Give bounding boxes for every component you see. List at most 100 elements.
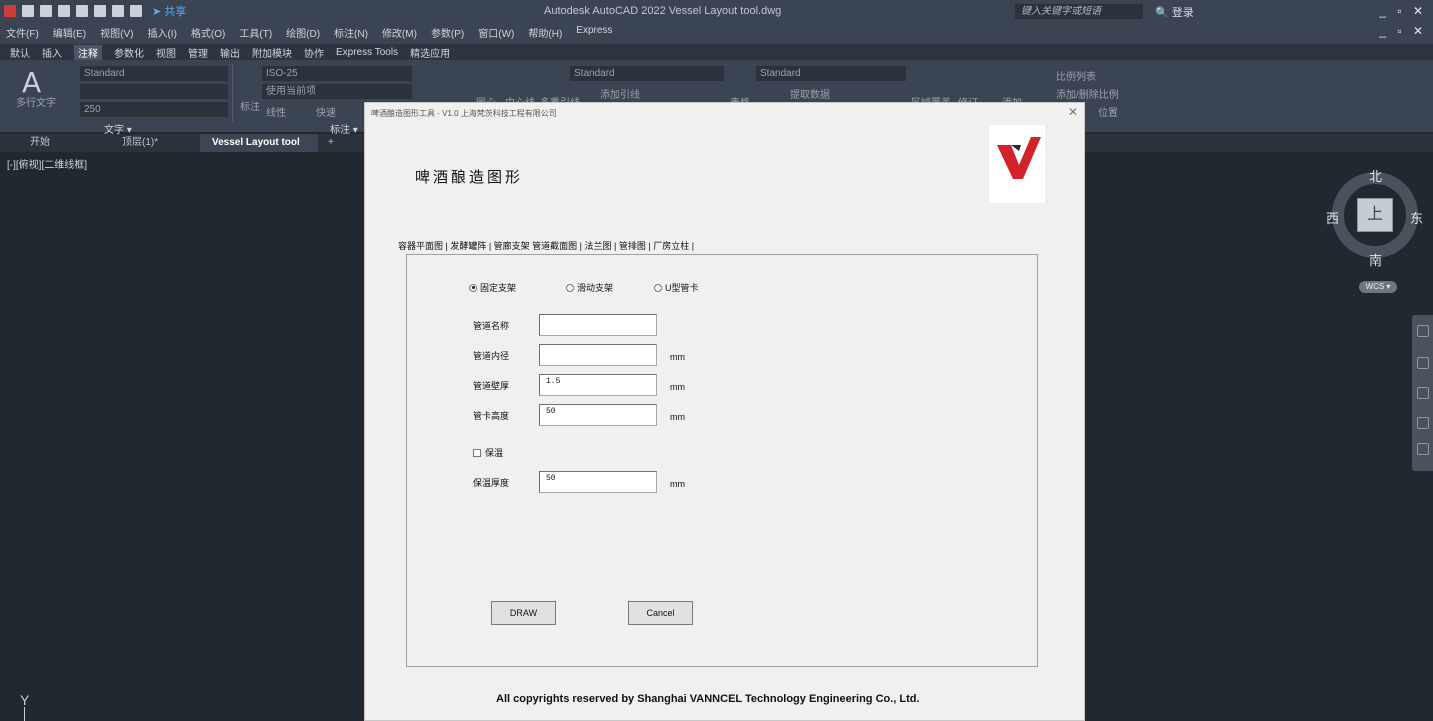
menu-item[interactable]: 参数(P) [431,25,464,40]
menu-item[interactable]: 文件(F) [6,25,39,40]
pipe-name-input[interactable] [539,314,657,336]
showmotion-icon[interactable] [1417,443,1429,455]
menu-item[interactable]: 插入(I) [147,25,176,40]
multiline-text-label[interactable]: 多行文字 [16,94,56,109]
scale-list-button[interactable]: 比例列表 [1056,68,1096,83]
ribbon-tab[interactable]: Express Tools [336,47,398,58]
menu-item[interactable]: 帮助(H) [528,25,562,40]
viewcube-east[interactable]: 东 [1410,208,1423,227]
menu-item[interactable]: 视图(V) [100,25,133,40]
text-style-select[interactable]: Standard [80,66,228,81]
sync-position-button[interactable]: 位置 [1098,104,1118,119]
new-tab-button[interactable]: + [322,134,342,152]
viewcube-west[interactable]: 西 [1326,208,1339,227]
ribbon-tab[interactable]: 默认 [10,45,30,60]
menu-item[interactable]: 绘图(D) [286,25,320,40]
draw-button[interactable]: DRAW [491,601,556,625]
redo-icon[interactable] [130,5,142,17]
ucs-icon: Y [20,692,30,708]
radio-dot[interactable] [469,283,477,292]
add-leader-button[interactable]: 添加引线 [600,86,640,101]
viewcube-north[interactable]: 北 [1369,166,1382,185]
steering-wheel-icon[interactable] [1417,325,1429,337]
checkbox-box[interactable] [473,448,481,457]
insulation-thickness-input[interactable]: 50 [539,471,657,493]
radio-u-clamp[interactable]: U型管卡 [654,281,699,294]
search-input[interactable]: 键入关键字或短语 [1015,4,1143,19]
save-as-icon[interactable] [76,5,88,17]
text-find-input[interactable] [80,84,228,99]
plot-icon[interactable] [94,5,106,17]
tab-start[interactable]: 开始 [0,134,92,152]
ribbon-tab[interactable]: 精选应用 [410,45,450,60]
menu-item[interactable]: 格式(O) [191,25,225,40]
pipe-inner-diameter-input[interactable] [539,344,657,366]
ribbon-tab[interactable]: 注释 [74,44,102,60]
unit-mm: mm [670,412,685,422]
extract-data-button[interactable]: 提取数据 [790,86,830,101]
leader-style-select[interactable]: Standard [570,66,724,81]
radio-dot[interactable] [654,283,662,292]
autocad-app-icon[interactable] [4,5,16,17]
share-label: 共享 [164,6,187,18]
dim-label[interactable]: 标注 [240,98,260,113]
dialog-tab-strip[interactable]: 容器平面图 | 发酵罐阵 | 管廊支架 管道截面图 | 法兰图 | 管排图 | … [398,239,694,252]
dim-style-select[interactable]: ISO-25 [262,66,412,81]
ribbon-tab[interactable]: 视图 [156,45,176,60]
cancel-button[interactable]: Cancel [628,601,693,625]
radio-sliding-support[interactable]: 滑动支架 [566,281,613,294]
menu-item[interactable]: 编辑(E) [53,25,86,40]
dialog-title: 啤酒酿造图形工具 - V1.0 上海梵茨科技工程有限公司 [371,109,557,118]
pan-icon[interactable] [1417,357,1429,369]
pipe-section-panel: 固定支架 滑动支架 U型管卡 管道名称 管道内径 mm 管道壁厚 1.5 mm … [406,254,1038,667]
ribbon-tab[interactable]: 附加模块 [252,45,292,60]
navigation-bar [1412,315,1433,471]
save-icon[interactable] [58,5,70,17]
new-icon[interactable] [22,5,34,17]
menu-item[interactable]: 标注(N) [334,25,368,40]
document-window-controls[interactable]: _ ▫ ✕ [1379,24,1427,38]
ribbon-tab[interactable]: 插入 [42,45,62,60]
close-icon[interactable]: ✕ [1068,105,1078,119]
menu-item[interactable]: 修改(M) [382,25,417,40]
undo-icon[interactable] [112,5,124,17]
login-button[interactable]: 🔍 登录 [1155,4,1194,20]
menu-item[interactable]: 窗口(W) [478,25,514,40]
ribbon-tab[interactable]: 参数化 [114,45,144,60]
unit-mm: mm [670,352,685,362]
clamp-height-input[interactable]: 50 [539,404,657,426]
radio-fixed-support[interactable]: 固定支架 [469,281,516,294]
app-title: Autodesk AutoCAD 2022 Vessel Layout tool… [544,5,782,17]
viewcube-south[interactable]: 南 [1369,250,1382,269]
quick-access-toolbar: ➤ 共享 [4,3,186,19]
ribbon-tab[interactable]: 输出 [220,45,240,60]
wcs-menu[interactable]: WCS ▾ [1359,281,1397,293]
pipe-wall-thickness-input[interactable]: 1.5 [539,374,657,396]
title-bar: ➤ 共享 Autodesk AutoCAD 2022 Vessel Layout… [0,0,1433,44]
text-height-select[interactable]: 250 [80,102,228,117]
viewport-label[interactable]: [-][俯视][二维线框] [7,156,87,171]
window-controls[interactable]: _ ▫ ✕ [1379,4,1427,18]
radio-dot[interactable] [566,283,574,292]
add-delete-scale-button[interactable]: 添加/删除比例 [1056,86,1119,101]
linear-dim-button[interactable]: 线性 [266,104,286,119]
insulation-thickness-label: 保温厚度 [473,478,510,488]
menu-item[interactable]: Express [576,25,612,40]
radio-label: U型管卡 [665,283,699,293]
ribbon-tab[interactable]: 管理 [188,45,208,60]
layer-select[interactable]: 使用当前项 [262,84,412,99]
menu-item[interactable]: 工具(T) [239,25,272,40]
zoom-extents-icon[interactable] [1417,387,1429,399]
share-button[interactable]: ➤ 共享 [152,3,186,19]
orbit-icon[interactable] [1417,417,1429,429]
table-style-select[interactable]: Standard [756,66,906,81]
insulation-checkbox[interactable]: 保温 [473,446,503,459]
ribbon-tab[interactable]: 协作 [304,45,324,60]
open-icon[interactable] [40,5,52,17]
tab-vessel-layout-tool[interactable]: Vessel Layout tool [200,134,318,152]
viewcube-top-face[interactable]: 上 [1357,198,1393,232]
radio-label: 固定支架 [480,283,517,293]
quick-dim-button[interactable]: 快速 [316,104,336,119]
tab-drawing-1[interactable]: 顶层(1)* [92,134,200,152]
dialog-heading: 啤酒酿造图形 [415,169,524,186]
